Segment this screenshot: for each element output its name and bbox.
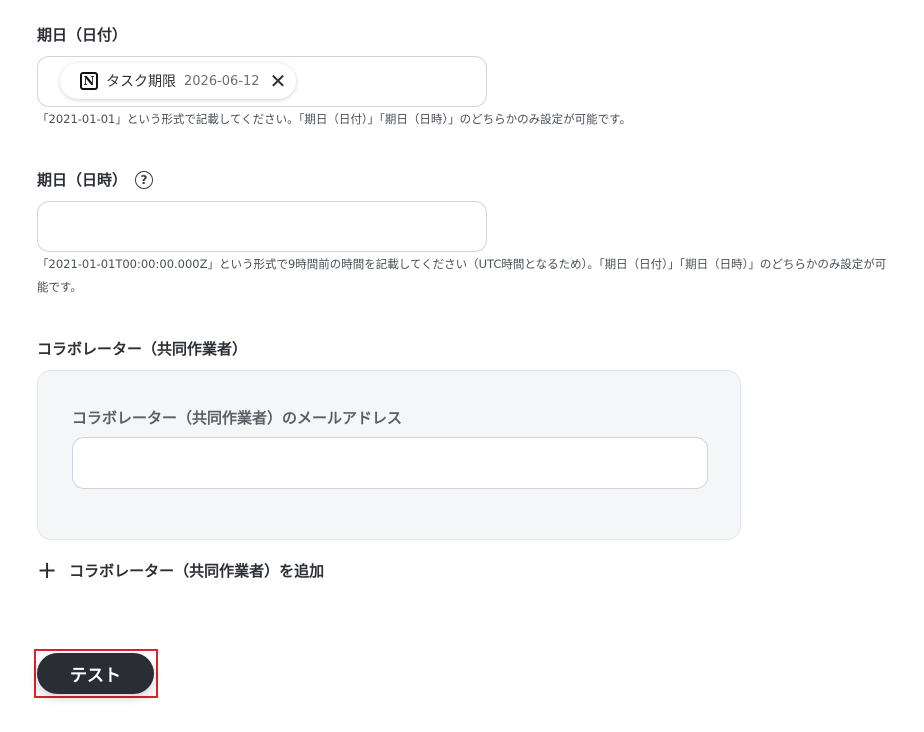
due-date-label-text: 期日（日付） — [37, 26, 128, 44]
notion-icon: N — [80, 72, 98, 90]
chip-name: タスク期限 — [106, 74, 176, 90]
due-datetime-input[interactable] — [37, 201, 487, 252]
due-date-hint: 「2021-01-01」という形式で記載してください。「期日（日付）」「期日（日… — [37, 112, 631, 126]
due-datetime-label-text: 期日（日時） — [37, 171, 128, 189]
chip-value: 2026-06-12 — [184, 73, 260, 89]
add-collaborator-label: コラボレーター（共同作業者）を追加 — [69, 561, 325, 580]
form-page: 期日（日付） N タスク期限 2026-06-12 ✕ 「2021-01-01」… — [0, 0, 924, 732]
collaborator-email-input[interactable] — [72, 437, 708, 489]
plus-icon: + — [37, 556, 58, 584]
due-datetime-hint: 「2021-01-01T00:00:00.000Z」という形式で9時間前の時間を… — [37, 257, 887, 294]
close-icon[interactable]: ✕ — [270, 71, 287, 91]
collaborator-email-label: コラボレーター（共同作業者）のメールアドレス — [72, 409, 403, 427]
help-icon[interactable]: ? — [135, 170, 154, 189]
due-datetime-label: 期日（日時） ? — [37, 169, 154, 190]
add-collaborator-button[interactable]: + コラボレーター（共同作業者）を追加 — [37, 558, 324, 582]
due-date-field[interactable]: N タスク期限 2026-06-12 ✕ — [37, 56, 487, 107]
collaborators-label: コラボレーター（共同作業者） — [37, 338, 247, 359]
collaborator-group: コラボレーター（共同作業者）のメールアドレス — [37, 370, 741, 540]
due-date-variable-chip[interactable]: N タスク期限 2026-06-12 ✕ — [60, 63, 297, 99]
due-date-label: 期日（日付） — [37, 24, 127, 45]
collaborators-label-text: コラボレーター（共同作業者） — [37, 340, 248, 358]
test-button[interactable]: テスト — [37, 653, 154, 694]
